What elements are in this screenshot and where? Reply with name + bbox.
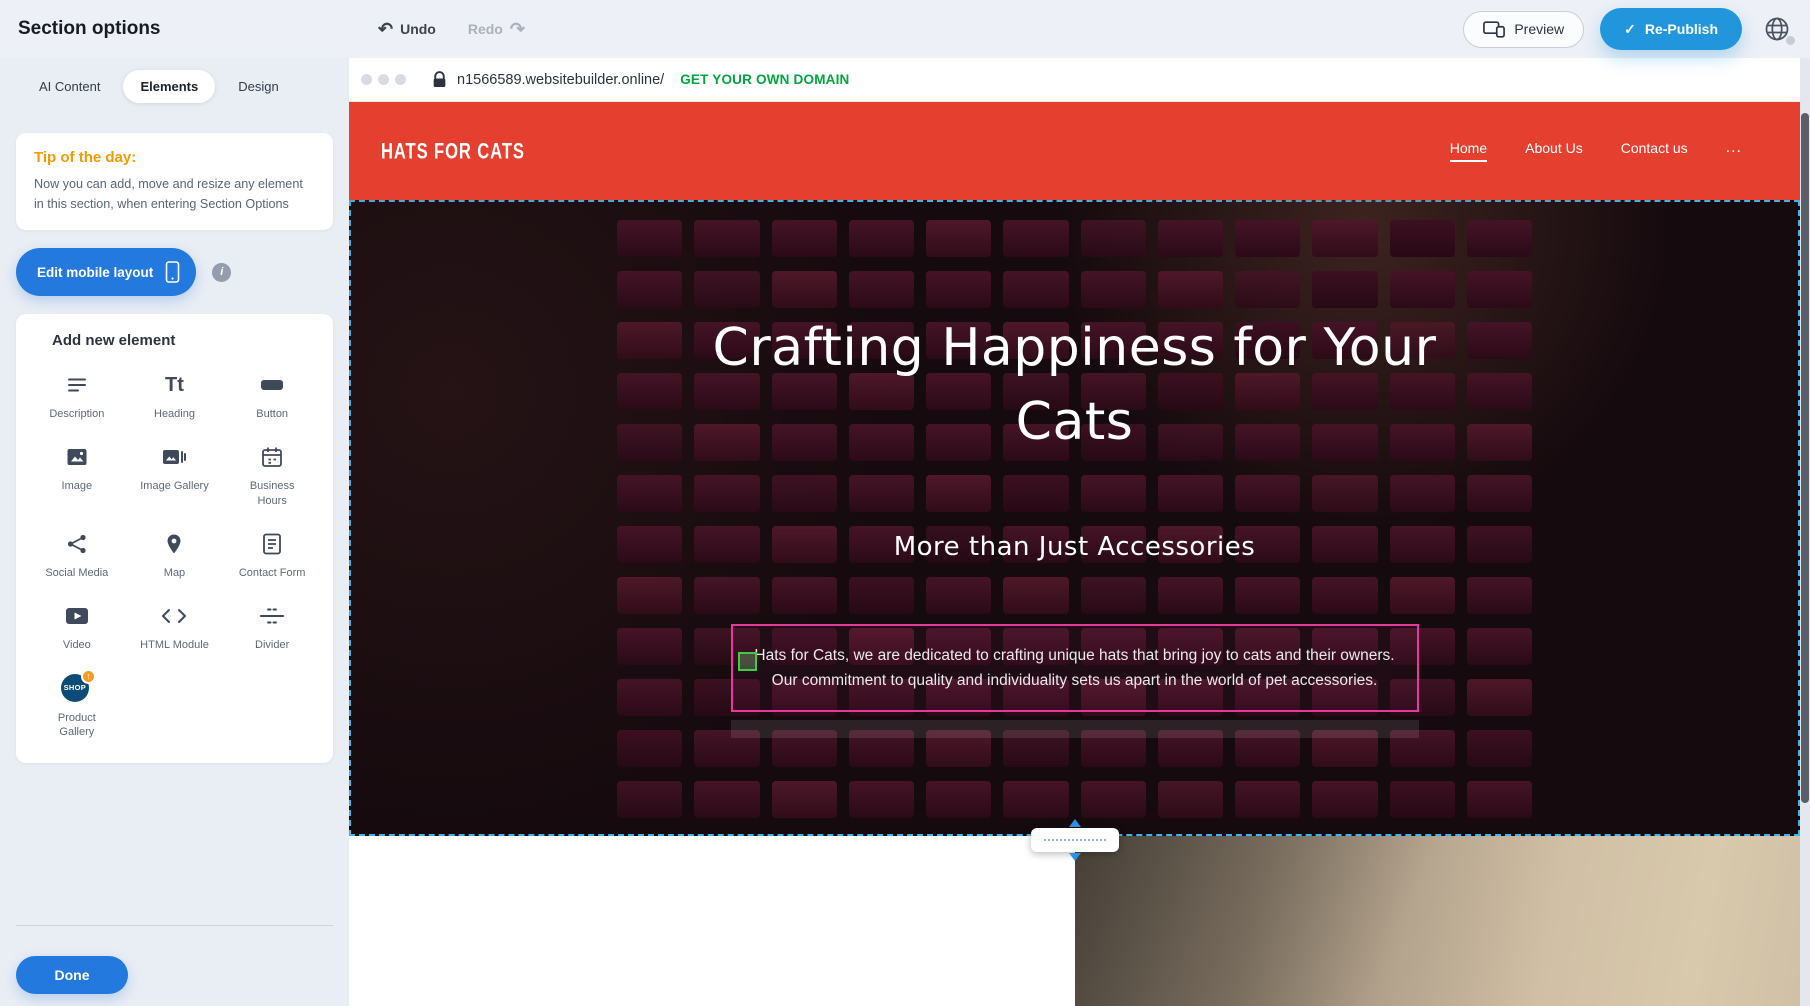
button-icon bbox=[259, 369, 285, 401]
edit-mobile-label: Edit mobile layout bbox=[37, 265, 153, 280]
get-domain-link[interactable]: GET YOUR OWN DOMAIN bbox=[680, 72, 849, 87]
site-header: HATS FOR CATS Home About Us Contact us .… bbox=[349, 102, 1800, 200]
site-preview: n1566589.websitebuilder.online/ GET YOUR… bbox=[349, 58, 1800, 1006]
upgrade-badge-icon: ↑ bbox=[81, 669, 96, 684]
element-map[interactable]: Map bbox=[126, 528, 224, 580]
nav-home[interactable]: Home bbox=[1450, 140, 1487, 162]
undo-button[interactable]: ↶ Undo bbox=[378, 20, 436, 38]
sidebar-divider bbox=[16, 925, 333, 926]
resize-arrow-up-icon bbox=[1069, 819, 1081, 827]
sidebar: AI Content Elements Design Tip of the da… bbox=[0, 58, 349, 1006]
check-icon: ✓ bbox=[1624, 21, 1636, 38]
hero-section[interactable]: Crafting Happiness for Your Cats More th… bbox=[349, 200, 1800, 836]
redo-button[interactable]: Redo ↷ bbox=[468, 20, 525, 38]
tab-ai-content[interactable]: AI Content bbox=[22, 70, 117, 103]
phone-icon bbox=[165, 261, 180, 283]
site-url: n1566589.websitebuilder.online/ bbox=[457, 72, 664, 88]
image-gallery-icon bbox=[161, 441, 187, 473]
undo-icon: ↶ bbox=[378, 20, 393, 38]
element-business-hours[interactable]: Business Hours bbox=[223, 441, 321, 508]
html-module-icon bbox=[161, 600, 187, 632]
nav-about-us[interactable]: About Us bbox=[1525, 140, 1583, 162]
element-grid: Description Tt Heading Button Image bbox=[28, 369, 321, 739]
contact-form-icon bbox=[260, 528, 284, 560]
topbar-actions: Preview ✓ Re-Publish bbox=[1463, 8, 1796, 50]
resize-corner-handle[interactable] bbox=[738, 652, 757, 671]
edit-mobile-layout-button[interactable]: Edit mobile layout bbox=[16, 248, 196, 296]
pavement-photo bbox=[1075, 836, 1801, 1006]
element-social-media[interactable]: Social Media bbox=[28, 528, 126, 580]
republish-button[interactable]: ✓ Re-Publish bbox=[1600, 8, 1742, 50]
element-image-gallery[interactable]: Image Gallery bbox=[126, 441, 224, 508]
scrollbar-thumb[interactable] bbox=[1801, 113, 1809, 803]
shop-badge-label: SHOP bbox=[64, 683, 86, 692]
element-contact-form[interactable]: Contact Form bbox=[223, 528, 321, 580]
tip-title: Tip of the day: bbox=[34, 149, 315, 166]
tip-of-the-day-card: Tip of the day: Now you can add, move an… bbox=[16, 133, 333, 230]
redo-icon: ↷ bbox=[510, 20, 525, 38]
element-placeholder-bar bbox=[731, 720, 1419, 738]
done-button[interactable]: Done bbox=[16, 956, 128, 994]
topbar: Section options ↶ Undo Redo ↷ Preview ✓ … bbox=[0, 0, 1810, 58]
hero-subheading[interactable]: More than Just Accessories bbox=[349, 532, 1800, 562]
description-icon bbox=[65, 369, 89, 401]
product-gallery-icon: SHOP ↑ bbox=[61, 674, 93, 704]
hero-paragraph[interactable]: Hats for Cats, we are dedicated to craft… bbox=[753, 643, 1397, 693]
info-icon[interactable]: i bbox=[212, 263, 231, 282]
republish-label: Re-Publish bbox=[1645, 21, 1718, 37]
tip-body: Now you can add, move and resize any ele… bbox=[34, 175, 315, 214]
site-logo[interactable]: HATS FOR CATS bbox=[381, 138, 525, 164]
lock-icon bbox=[432, 71, 447, 88]
resize-arrow-down-icon bbox=[1069, 853, 1081, 861]
devices-icon bbox=[1483, 21, 1505, 38]
element-video[interactable]: Video bbox=[28, 600, 126, 652]
language-globe-button[interactable] bbox=[1758, 10, 1796, 48]
element-heading[interactable]: Tt Heading bbox=[126, 369, 224, 421]
element-product-gallery[interactable]: SHOP ↑ Product Gallery bbox=[28, 673, 126, 740]
divider-icon bbox=[259, 600, 285, 632]
element-description[interactable]: Description bbox=[28, 369, 126, 421]
element-button[interactable]: Button bbox=[223, 369, 321, 421]
selected-paragraph-box[interactable]: Hats for Cats, we are dedicated to craft… bbox=[731, 624, 1419, 712]
add-element-title: Add new element bbox=[52, 332, 321, 349]
business-hours-icon bbox=[260, 441, 284, 473]
element-html-module[interactable]: HTML Module bbox=[126, 600, 224, 652]
preview-label: Preview bbox=[1514, 21, 1564, 37]
element-image[interactable]: Image bbox=[28, 441, 126, 508]
social-media-icon bbox=[65, 528, 89, 560]
page-title: Section options bbox=[18, 18, 161, 40]
nav-more-button[interactable]: ... bbox=[1726, 139, 1742, 163]
sidebar-tabs: AI Content Elements Design bbox=[22, 70, 335, 103]
redo-label: Redo bbox=[468, 21, 503, 37]
add-element-card: Add new element Description Tt Heading B… bbox=[16, 314, 333, 763]
next-section bbox=[349, 836, 1800, 1006]
image-icon bbox=[65, 441, 89, 473]
window-controls bbox=[361, 74, 406, 85]
hero-heading[interactable]: Crafting Happiness for Your Cats bbox=[349, 312, 1800, 460]
mobile-layout-row: Edit mobile layout i bbox=[16, 248, 333, 296]
page-scrollbar[interactable] bbox=[1800, 58, 1810, 1006]
history-controls: ↶ Undo Redo ↷ bbox=[378, 0, 525, 58]
tab-design[interactable]: Design bbox=[221, 70, 295, 103]
map-pin-icon bbox=[162, 528, 186, 560]
video-icon bbox=[64, 600, 90, 632]
browser-chrome: n1566589.websitebuilder.online/ GET YOUR… bbox=[349, 58, 1800, 102]
tab-elements[interactable]: Elements bbox=[123, 70, 215, 103]
undo-label: Undo bbox=[400, 21, 436, 37]
section-resize-handle[interactable] bbox=[1031, 828, 1119, 852]
nav-contact-us[interactable]: Contact us bbox=[1621, 140, 1688, 162]
heading-icon: Tt bbox=[165, 369, 184, 401]
element-divider[interactable]: Divider bbox=[223, 600, 321, 652]
preview-button[interactable]: Preview bbox=[1463, 11, 1584, 48]
resize-dotted-line bbox=[1044, 839, 1106, 841]
notification-dot bbox=[1786, 36, 1795, 45]
site-nav: Home About Us Contact us ... bbox=[1450, 139, 1742, 163]
